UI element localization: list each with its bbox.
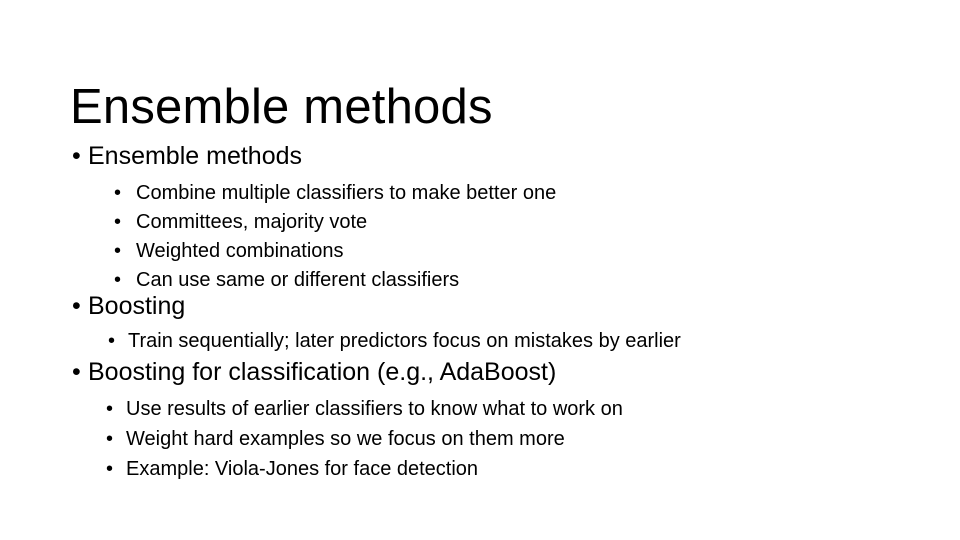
- bullet-level1-label: Ensemble methods: [88, 142, 303, 170]
- bullet-level2-label: Combine multiple classifiers to make bet…: [136, 182, 557, 204]
- bullet-group-ensemble: • Ensemble methods • Combine multiple cl…: [70, 140, 556, 295]
- bullet-level2-item: • Example: Viola-Jones for face detectio…: [70, 454, 623, 484]
- bullet-dot-icon: •: [114, 240, 122, 262]
- bullet-level1-label: Boosting: [88, 292, 186, 320]
- bullet-dot-icon: •: [106, 398, 114, 420]
- bullet-level1-boosting-classification: • Boosting for classification (e.g., Ada…: [70, 356, 623, 388]
- bullet-level2-label: Example: Viola-Jones for face detection: [126, 458, 479, 480]
- slide: Ensemble methods • Ensemble methods • Co…: [0, 0, 960, 540]
- bullet-level1-ensemble: • Ensemble methods: [70, 140, 556, 172]
- bullet-level2-label: Weight hard examples so we focus on them…: [126, 428, 565, 450]
- bullet-level2-list-boosting: • Train sequentially; later predictors f…: [70, 327, 681, 356]
- bullet-level1-label: Boosting for classification (e.g., AdaBo…: [88, 358, 557, 386]
- bullet-level2-item: • Committees, majority vote: [70, 208, 556, 237]
- bullet-dot-icon: •: [106, 458, 114, 480]
- bullet-level1-boosting: • Boosting: [70, 290, 681, 322]
- bullet-dot-icon: •: [106, 428, 114, 450]
- bullet-dot-icon: •: [108, 330, 116, 352]
- bullet-level2-label: Committees, majority vote: [136, 211, 368, 233]
- bullet-level2-list-boosting-classification: • Use results of earlier classifiers to …: [70, 394, 623, 484]
- bullet-level2-list-ensemble: • Combine multiple classifiers to make b…: [70, 179, 556, 295]
- bullet-level2-item: • Weight hard examples so we focus on th…: [70, 424, 623, 454]
- bullet-level2-label: Train sequentially; later predictors foc…: [128, 330, 681, 352]
- bullet-dot-icon: •: [72, 292, 81, 320]
- bullet-level2-item: • Combine multiple classifiers to make b…: [70, 179, 556, 208]
- bullet-level2-item: • Weighted combinations: [70, 237, 556, 266]
- bullet-dot-icon: •: [114, 182, 122, 204]
- bullet-group-boosting-classification: • Boosting for classification (e.g., Ada…: [70, 356, 623, 484]
- bullet-level2-label: Weighted combinations: [136, 240, 344, 262]
- bullet-level2-item: • Use results of earlier classifiers to …: [70, 394, 623, 424]
- bullet-dot-icon: •: [72, 358, 81, 386]
- bullet-group-boosting: • Boosting • Train sequentially; later p…: [70, 290, 681, 356]
- bullet-level2-item: • Train sequentially; later predictors f…: [70, 327, 681, 356]
- bullet-dot-icon: •: [114, 211, 122, 233]
- bullet-level2-label: Use results of earlier classifiers to kn…: [126, 398, 623, 420]
- bullet-level2-label: Can use same or different classifiers: [136, 269, 460, 291]
- page-title: Ensemble methods: [70, 79, 493, 134]
- bullet-dot-icon: •: [72, 142, 81, 170]
